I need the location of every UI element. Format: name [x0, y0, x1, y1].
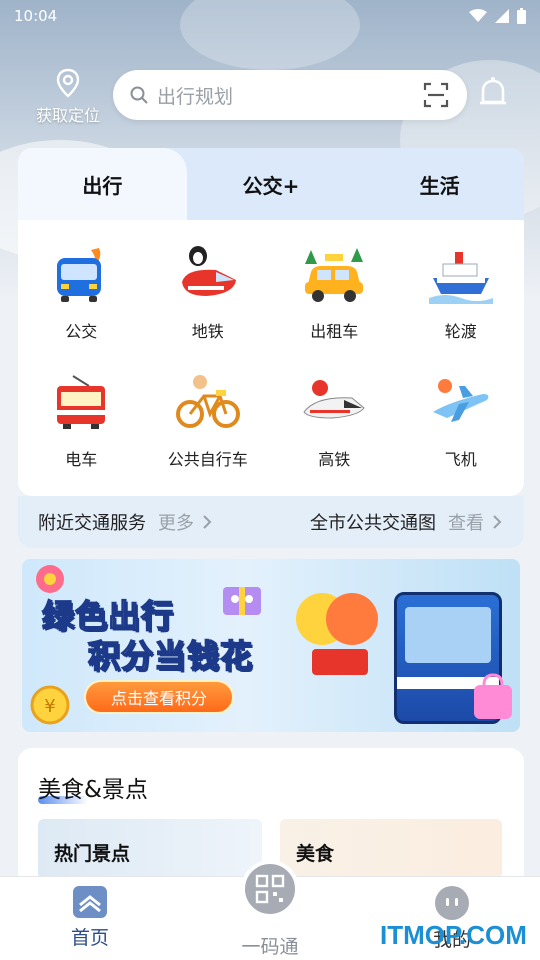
city-transit-map-link[interactable]: 全市公共交通图 查看	[310, 509, 504, 535]
coin-icon: ¥	[30, 685, 70, 725]
tab-travel[interactable]: 出行	[18, 148, 187, 220]
service-grid: 公交 地铁 出租车 轮渡 电车 公共自行车 高铁 飞机	[18, 220, 524, 494]
home-icon	[73, 886, 107, 918]
battery-icon	[517, 8, 526, 24]
taxi-icon	[298, 238, 370, 310]
status-bar: 10:04	[0, 0, 540, 32]
service-bicycle[interactable]: 公共自行车	[145, 366, 272, 494]
city-transit-map-label: 全市公共交通图	[310, 513, 436, 534]
status-time: 10:04	[14, 7, 58, 25]
search-bar[interactable]: 出行规划	[113, 70, 467, 120]
view-link: 查看	[448, 513, 484, 534]
bicycle-icon	[172, 366, 244, 438]
nav-home[interactable]: 首页	[40, 885, 140, 950]
scan-icon[interactable]	[423, 82, 449, 108]
search-icon	[130, 86, 148, 104]
service-label: 地铁	[191, 322, 224, 341]
subway-icon	[172, 238, 244, 310]
service-label: 出租车	[310, 322, 359, 341]
popular-attractions-card[interactable]: 热门景点	[38, 819, 262, 879]
nav-label: 首页	[70, 927, 109, 949]
travel-services-card: 出行 公交+ 生活 公交 地铁 出租车 轮渡 电车 公共自行车 高铁 飞机	[18, 148, 524, 496]
service-subway[interactable]: 地铁	[145, 238, 272, 366]
green-travel-points-banner[interactable]: 绿色出行 积分当钱花 ¥ 点击查看积分	[22, 559, 520, 732]
high-speed-rail-icon	[298, 366, 370, 438]
service-airplane[interactable]: 飞机	[398, 366, 525, 494]
service-tram[interactable]: 电车	[18, 366, 145, 494]
service-label: 轮渡	[444, 322, 477, 341]
qr-code-icon	[255, 874, 285, 904]
wifi-icon	[469, 9, 487, 22]
tab-life[interactable]: 生活	[355, 148, 524, 220]
chevron-right-icon	[203, 515, 212, 529]
ferry-icon	[425, 238, 497, 310]
food-card[interactable]: 美食	[280, 819, 502, 879]
service-high-speed-rail[interactable]: 高铁	[271, 366, 398, 494]
service-label: 公交	[65, 322, 98, 341]
service-taxi[interactable]: 出租车	[271, 238, 398, 366]
location-label: 获取定位	[35, 106, 100, 125]
qr-code-button[interactable]	[241, 860, 299, 918]
tram-icon	[45, 366, 117, 438]
location-pin-icon	[56, 68, 80, 98]
nearby-transport-label: 附近交通服务	[38, 513, 146, 534]
tab-bus-plus[interactable]: 公交+	[187, 148, 356, 220]
nearby-services-strip: 附近交通服务 更多 全市公共交通图 查看	[18, 496, 524, 548]
get-location-button[interactable]: 获取定位	[28, 68, 108, 126]
points-decoration-icon	[296, 593, 378, 675]
section-title: 美食&景点	[38, 777, 148, 803]
service-ferry[interactable]: 轮渡	[398, 238, 525, 366]
service-bus[interactable]: 公交	[18, 238, 145, 366]
shopping-bag-icon	[474, 673, 512, 719]
category-tabs: 出行 公交+ 生活	[18, 148, 524, 220]
signal-icon	[495, 9, 509, 23]
watermark-text: ITMOP.COM	[380, 920, 527, 950]
search-placeholder: 出行规划	[157, 85, 234, 108]
notification-bell-icon[interactable]	[478, 76, 508, 110]
profile-icon	[435, 886, 469, 920]
gift-box-icon	[223, 587, 261, 615]
food-scenic-section: 美食&景点 热门景点 美食	[18, 748, 524, 879]
view-points-button[interactable]: 点击查看积分	[84, 680, 234, 714]
chevron-right-icon	[493, 515, 502, 529]
nearby-transport-link[interactable]: 附近交通服务 更多	[38, 509, 214, 535]
service-label: 电车	[65, 450, 98, 469]
service-label: 飞机	[444, 450, 477, 469]
airplane-icon	[425, 366, 497, 438]
svg-text:¥: ¥	[44, 696, 55, 717]
qr-code-label: 一码通	[241, 936, 299, 958]
banner-title-line2: 积分当钱花	[87, 636, 254, 676]
bus-icon	[45, 238, 117, 310]
service-label: 公共自行车	[167, 450, 248, 469]
more-link: 更多	[158, 513, 194, 534]
service-label: 高铁	[318, 450, 351, 469]
